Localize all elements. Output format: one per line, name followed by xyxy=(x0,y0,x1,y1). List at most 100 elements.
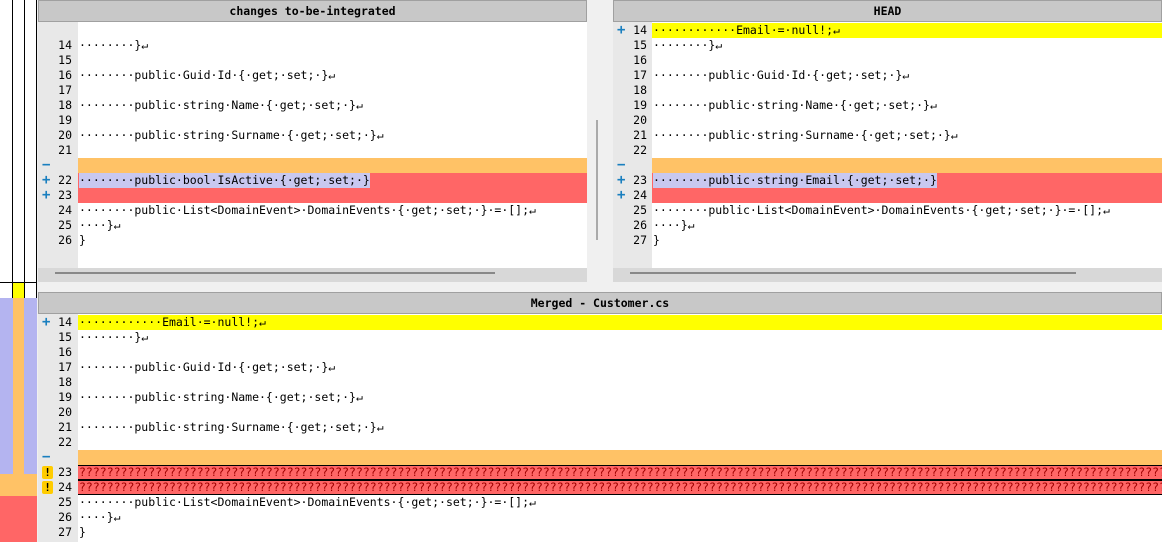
code-line[interactable]: 27} xyxy=(38,525,1162,540)
code-line[interactable]: +23 xyxy=(38,188,587,203)
code-line[interactable]: ! 23?????????????????????????????????????… xyxy=(38,465,1162,480)
code-line[interactable]: 24 ········public·List<DomainEvent>·Domai… xyxy=(38,203,587,218)
code-line[interactable]: 26} xyxy=(38,233,587,248)
code-line[interactable]: 16 ········public·Guid·Id·{·get;·set;·}↵ xyxy=(38,68,587,83)
line-number: 22 xyxy=(633,143,647,157)
code-line[interactable]: 22 xyxy=(38,435,1162,450)
line-number: 15 xyxy=(58,330,72,344)
code-line[interactable]: − xyxy=(38,450,1162,465)
code-line[interactable]: 20 ········public·string·Surname·{·get;·s… xyxy=(38,128,587,143)
code-line[interactable]: 18 xyxy=(38,375,1162,390)
code-text[interactable]: } xyxy=(79,233,86,248)
line-number: 24 xyxy=(58,203,72,217)
removed-line-icon[interactable]: − xyxy=(42,158,50,173)
code-text[interactable]: ········}↵ xyxy=(79,330,148,345)
code-line[interactable]: +14 ············Email·=·null!;↵ xyxy=(38,315,1162,330)
code-text[interactable]: ········public·string·Name·{·get;·set;·}… xyxy=(79,390,363,405)
code-line[interactable]: 21 xyxy=(38,143,587,158)
left-pane-title: changes to-be-integrated xyxy=(38,0,587,22)
code-line[interactable]: 14 ········}↵ xyxy=(38,38,587,53)
code-text[interactable]: ????????????????????????????????????????… xyxy=(79,480,1162,495)
code-line[interactable]: 22 xyxy=(613,143,1162,158)
code-text[interactable]: ········}↵ xyxy=(653,38,722,53)
code-line[interactable]: 21 ········public·string·Surname·{·get;·s… xyxy=(613,128,1162,143)
line-number: 21 xyxy=(58,420,72,434)
code-line[interactable]: 15 ········}↵ xyxy=(38,330,1162,345)
code-line[interactable]: 25 ········public·List<DomainEvent>·Domai… xyxy=(38,495,1162,510)
code-text[interactable]: ········public·Guid·Id·{·get;·set;·}↵ xyxy=(79,68,335,83)
diff-highlight xyxy=(78,188,587,203)
line-number: 23 xyxy=(58,188,72,202)
code-text[interactable]: ············Email·=·null!;↵ xyxy=(653,23,840,38)
code-line[interactable]: +22 ········public·bool·IsActive·{·get;·s… xyxy=(38,173,587,188)
code-line[interactable]: 19 xyxy=(38,113,587,128)
line-number: 19 xyxy=(633,98,647,112)
code-line[interactable]: 25 ········public·List<DomainEvent>·Domai… xyxy=(613,203,1162,218)
line-number: 16 xyxy=(58,345,72,359)
code-line[interactable]: +14 ············Email·=·null!;↵ xyxy=(613,23,1162,38)
line-number: 16 xyxy=(58,68,72,82)
code-text[interactable]: ········public·Guid·Id·{·get;·set;·}↵ xyxy=(653,68,909,83)
right-editor-pane[interactable]: +14 ············Email·=·null!;↵ 15 ········… xyxy=(613,22,1162,268)
code-text[interactable]: } xyxy=(653,233,660,248)
line-number: 14 xyxy=(58,38,72,52)
line-number: 15 xyxy=(633,38,647,52)
line-number: 25 xyxy=(633,203,647,217)
code-line[interactable]: 19 ········public·string·Name·{·get;·set;… xyxy=(38,390,1162,405)
left-vertical-scrollbar[interactable] xyxy=(596,120,598,240)
code-text[interactable]: ········public·List<DomainEvent>·DomainE… xyxy=(79,495,536,510)
code-text[interactable]: ········public·string·Surname·{·get;·set… xyxy=(79,420,384,435)
code-text[interactable]: ········public·List<DomainEvent>·DomainE… xyxy=(653,203,1110,218)
code-line[interactable]: 19 ········public·string·Name·{·get;·set;… xyxy=(613,98,1162,113)
code-text[interactable]: ········public·string·Name·{·get;·set;·}… xyxy=(79,98,363,113)
merged-editor-pane[interactable]: +14 ············Email·=·null!;↵ 15 ········… xyxy=(38,314,1162,542)
code-line[interactable]: 16 xyxy=(613,53,1162,68)
code-line[interactable]: 17 ········public·Guid·Id·{·get;·set;·}↵ xyxy=(38,360,1162,375)
code-line[interactable]: 18 ········public·string·Name·{·get;·set;… xyxy=(38,98,587,113)
overview-gutter[interactable] xyxy=(0,0,37,542)
code-text[interactable]: ········public·string·Name·{·get;·set;·}… xyxy=(653,98,937,113)
line-number: 25 xyxy=(58,495,72,509)
code-text[interactable]: ········public·string·Surname·{·get;·set… xyxy=(79,128,384,143)
code-line[interactable]: ! 24?????????????????????????????????????… xyxy=(38,480,1162,495)
code-line[interactable]: 25 ····}↵ xyxy=(38,218,587,233)
code-text[interactable]: ????????????????????????????????????????… xyxy=(79,465,1162,480)
code-line[interactable]: 15 ········}↵ xyxy=(613,38,1162,53)
gutter-change-marker xyxy=(0,474,37,496)
code-line[interactable]: 20 xyxy=(613,113,1162,128)
line-number: 17 xyxy=(58,83,72,97)
code-text[interactable]: ········public·string·Email·{·get;·set;·… xyxy=(653,173,937,188)
left-editor-pane[interactable]: 14 ········}↵ 15 16 ········public·Guid·Id·{… xyxy=(38,22,587,268)
removed-line-icon[interactable]: − xyxy=(42,450,50,465)
code-line[interactable]: − xyxy=(38,158,587,173)
code-line[interactable]: − xyxy=(613,158,1162,173)
code-text[interactable]: ············Email·=·null!;↵ xyxy=(79,315,266,330)
code-line[interactable]: +24 xyxy=(613,188,1162,203)
code-line[interactable]: 26 ····}↵ xyxy=(38,510,1162,525)
line-number: 15 xyxy=(58,53,72,67)
left-horizontal-scrollbar[interactable] xyxy=(55,272,495,274)
code-text[interactable]: ········public·string·Surname·{·get;·set… xyxy=(653,128,958,143)
code-text[interactable]: ········public·List<DomainEvent>·DomainE… xyxy=(79,203,536,218)
code-text[interactable]: } xyxy=(79,525,86,540)
code-line[interactable]: 16 xyxy=(38,345,1162,360)
line-number: 20 xyxy=(58,405,72,419)
code-line[interactable]: 17 ········public·Guid·Id·{·get;·set;·}↵ xyxy=(613,68,1162,83)
code-line[interactable]: +23 ········public·string·Email·{·get;·se… xyxy=(613,173,1162,188)
code-text[interactable]: ········}↵ xyxy=(79,38,148,53)
code-text[interactable]: ········public·bool·IsActive·{·get;·set;… xyxy=(79,173,370,188)
code-line[interactable]: 15 xyxy=(38,53,587,68)
diff-highlight xyxy=(652,158,1162,173)
code-text[interactable]: ····}↵ xyxy=(653,218,695,233)
removed-line-icon[interactable]: − xyxy=(617,158,625,173)
code-line[interactable]: 27} xyxy=(613,233,1162,248)
code-line[interactable]: 18 xyxy=(613,83,1162,98)
code-line[interactable]: 21 ········public·string·Surname·{·get;·s… xyxy=(38,420,1162,435)
code-line[interactable]: 26 ····}↵ xyxy=(613,218,1162,233)
right-horizontal-scrollbar[interactable] xyxy=(630,272,1076,274)
code-line[interactable]: 20 xyxy=(38,405,1162,420)
code-line[interactable]: 17 xyxy=(38,83,587,98)
code-text[interactable]: ····}↵ xyxy=(79,218,121,233)
code-text[interactable]: ········public·Guid·Id·{·get;·set;·}↵ xyxy=(79,360,335,375)
code-text[interactable]: ····}↵ xyxy=(79,510,121,525)
